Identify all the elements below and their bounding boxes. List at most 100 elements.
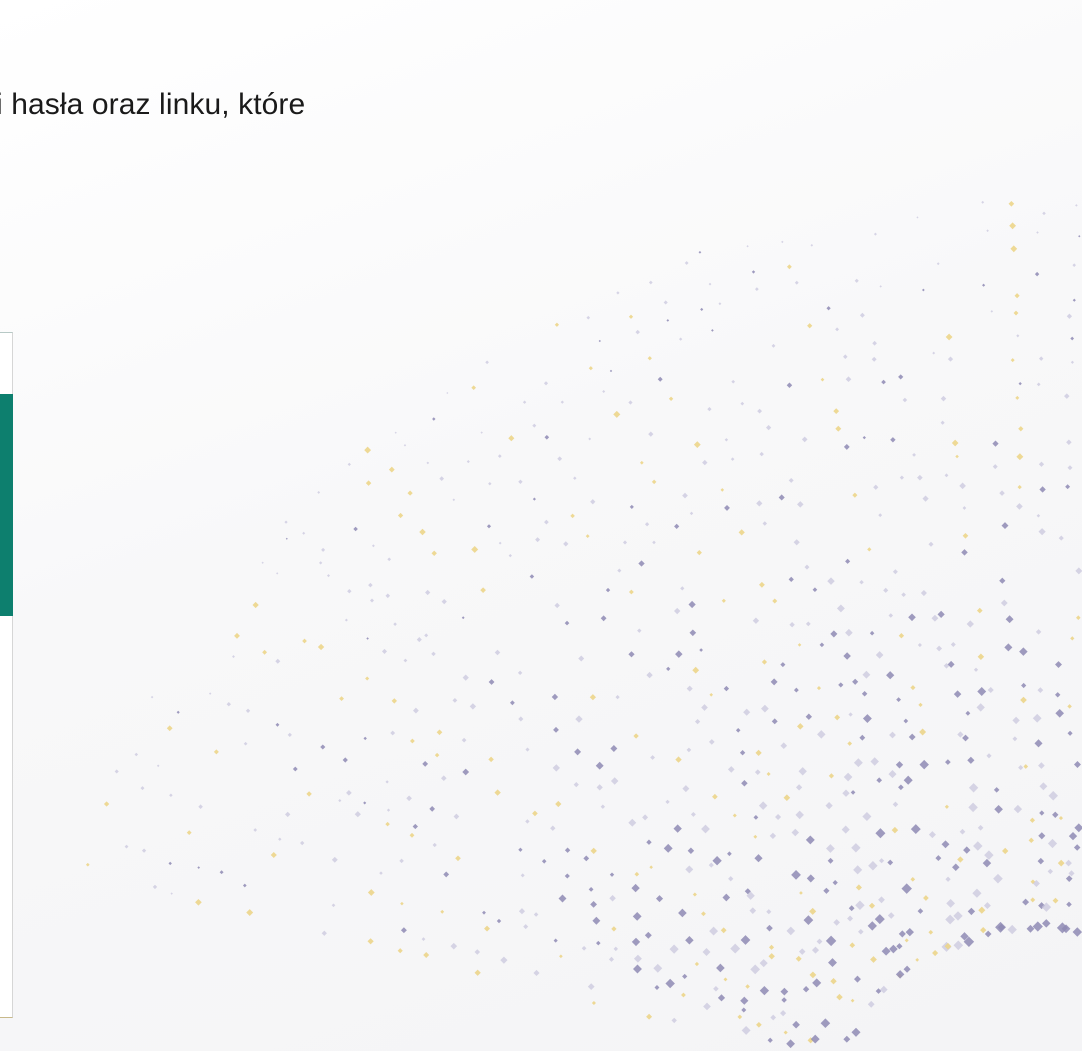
decorative-dot bbox=[797, 501, 804, 508]
decorative-dot bbox=[1038, 762, 1045, 769]
decorative-dot bbox=[347, 589, 352, 594]
decorative-dot bbox=[755, 749, 762, 757]
decorative-dot bbox=[474, 949, 481, 955]
decorative-dot bbox=[757, 408, 763, 414]
decorative-dot bbox=[682, 785, 690, 793]
decorative-dot bbox=[833, 408, 840, 415]
decorative-dot bbox=[1057, 859, 1065, 867]
decorative-dot bbox=[947, 660, 955, 668]
decorative-dot bbox=[554, 322, 560, 327]
decorative-dot bbox=[825, 802, 833, 810]
decorative-dot bbox=[425, 589, 431, 596]
decorative-dot bbox=[990, 310, 994, 313]
decorative-dot bbox=[768, 944, 775, 950]
decorative-dot bbox=[766, 909, 772, 915]
decorative-dot bbox=[654, 985, 660, 990]
decorative-dot bbox=[682, 973, 688, 980]
decorative-dot bbox=[920, 589, 927, 597]
decorative-dot bbox=[1018, 382, 1022, 386]
decorative-dot bbox=[919, 728, 927, 736]
decorative-dot bbox=[646, 839, 652, 845]
decorative-dot bbox=[917, 908, 924, 914]
decorative-dot bbox=[820, 1018, 831, 1029]
decorative-dot bbox=[208, 692, 212, 695]
decorative-dot bbox=[1068, 870, 1075, 877]
decorative-dot bbox=[722, 893, 731, 902]
decorative-dot bbox=[848, 712, 853, 717]
decorative-dot bbox=[590, 901, 597, 908]
decorative-dot bbox=[689, 629, 697, 637]
decorative-dot bbox=[1016, 453, 1024, 461]
decorative-dot bbox=[1008, 200, 1015, 207]
decorative-dot bbox=[653, 963, 663, 973]
decorative-dot bbox=[724, 505, 730, 511]
decorative-dot bbox=[905, 927, 914, 937]
decorative-dot bbox=[797, 723, 804, 730]
decorative-dot bbox=[889, 731, 896, 739]
decorative-dot bbox=[851, 1027, 861, 1037]
decorative-dot bbox=[957, 731, 964, 738]
decorative-dot bbox=[795, 955, 802, 962]
decorative-dot bbox=[1076, 615, 1081, 620]
decorative-dot bbox=[741, 1025, 751, 1035]
decorative-dot bbox=[1065, 859, 1072, 867]
decorative-dot bbox=[587, 983, 595, 990]
decorative-dot bbox=[103, 801, 110, 807]
decorative-dot bbox=[851, 843, 861, 853]
decorative-dot bbox=[1000, 599, 1008, 607]
decorative-dot bbox=[738, 529, 745, 536]
decorative-dot bbox=[778, 494, 785, 501]
decorative-dot bbox=[850, 790, 856, 795]
decorative-dot bbox=[1016, 334, 1020, 338]
decorative-dot bbox=[713, 985, 719, 992]
decorative-dot bbox=[412, 823, 418, 830]
decorative-dot bbox=[879, 985, 888, 994]
decorative-dot bbox=[1072, 263, 1076, 267]
decorative-dot bbox=[685, 936, 694, 945]
decorative-dot bbox=[590, 847, 597, 855]
decorative-dot bbox=[953, 940, 964, 951]
decorative-dot bbox=[973, 667, 979, 672]
decorative-dot bbox=[843, 444, 850, 450]
decorative-dot bbox=[781, 240, 784, 244]
decorative-dot bbox=[761, 659, 768, 665]
decorative-dot bbox=[702, 459, 708, 466]
decorative-dot bbox=[485, 360, 489, 365]
decorative-dot bbox=[166, 725, 173, 732]
decorative-dot bbox=[596, 784, 603, 791]
decorative-dot bbox=[650, 755, 656, 760]
decorative-dot bbox=[1002, 847, 1009, 855]
decorative-dot bbox=[928, 541, 934, 547]
decorative-dot bbox=[843, 652, 851, 660]
decorative-dot bbox=[768, 953, 775, 960]
decorative-dot bbox=[699, 648, 703, 652]
decorative-dot bbox=[828, 958, 837, 968]
decorative-dot bbox=[639, 460, 644, 465]
decorative-dot bbox=[888, 770, 897, 779]
decorative-dot bbox=[835, 327, 840, 332]
decorative-dot bbox=[836, 993, 843, 1001]
decorative-dot bbox=[861, 691, 868, 697]
decorative-dot bbox=[588, 886, 594, 892]
decorative-dot bbox=[950, 642, 956, 648]
decorative-dot bbox=[859, 734, 866, 741]
decorative-dot bbox=[400, 901, 404, 906]
decorative-dot bbox=[1032, 921, 1043, 932]
decorative-dot bbox=[381, 648, 388, 654]
decorative-dot bbox=[745, 984, 750, 989]
decorative-dot bbox=[871, 356, 877, 362]
decorative-dot bbox=[518, 479, 523, 484]
decorative-dot bbox=[497, 454, 502, 458]
decorative-dot bbox=[498, 541, 502, 545]
decorative-dot bbox=[701, 704, 708, 711]
decorative-dot bbox=[852, 678, 859, 685]
decorative-dot bbox=[649, 865, 653, 869]
decorative-dot bbox=[791, 828, 800, 837]
decorative-dot bbox=[891, 826, 899, 834]
decorative-dot bbox=[751, 270, 756, 274]
decorative-dot bbox=[868, 861, 878, 871]
decorative-dot bbox=[759, 959, 768, 968]
decorative-dot bbox=[972, 888, 982, 898]
decorative-dot bbox=[889, 944, 898, 954]
decorative-dot bbox=[319, 561, 323, 565]
